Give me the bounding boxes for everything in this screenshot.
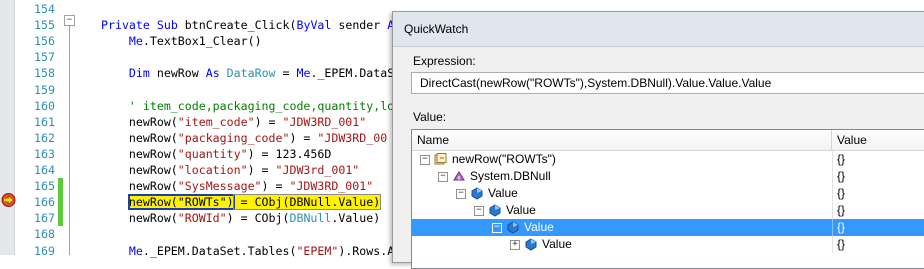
value-label: Value:: [413, 110, 447, 124]
dialog-titlebar[interactable]: QuickWatch: [393, 12, 924, 47]
line-number: 154: [34, 2, 55, 16]
watch-row[interactable]: − Value {}: [412, 202, 924, 219]
column-header-value[interactable]: Value: [832, 130, 924, 150]
code-text[interactable]: Me._EPEM.DataSet.Tables("EPEM").Rows.A: [101, 243, 394, 259]
watch-row-name: Value: [506, 203, 536, 217]
column-separator: [832, 151, 833, 168]
line-number: 167: [34, 211, 55, 226]
line-number: 168: [34, 227, 55, 242]
watch-object-icon: [434, 153, 448, 166]
column-header-name[interactable]: Name: [412, 130, 832, 150]
collapse-icon[interactable]: −: [474, 206, 484, 216]
code-text[interactable]: newRow("quantity") = 123.456D: [101, 146, 331, 162]
line-number: 162: [34, 130, 55, 145]
field-icon: [488, 204, 502, 217]
watch-row-value: {}: [837, 152, 846, 166]
watch-row-name: Value: [488, 186, 518, 200]
line-number: 165: [34, 179, 55, 194]
watch-row[interactable]: + Value {}: [412, 236, 924, 253]
expression-input[interactable]: DirectCast(newRow("ROWTs"),System.DBNull…: [411, 72, 924, 94]
code-text[interactable]: newRow("ROWTs") = CObj(DBNull.Value): [101, 194, 382, 211]
quickwatch-dialog: QuickWatch Expression: DirectCast(newRow…: [392, 11, 924, 269]
dialog-title: QuickWatch: [404, 22, 469, 36]
line-number: 169: [34, 243, 55, 258]
line-number: 163: [34, 146, 55, 161]
code-text[interactable]: newRow("item_code") = "JDW3RD_001": [101, 114, 366, 130]
collapse-icon[interactable]: −: [438, 172, 448, 182]
watch-grid[interactable]: Name Value − newRow("ROWTs"){} − System.DBN…: [411, 129, 924, 269]
code-text[interactable]: Dim newRow As DataRow = Me._EPEM.DataS: [101, 65, 394, 81]
line-number: 160: [34, 98, 55, 113]
collapse-icon[interactable]: −: [492, 223, 502, 233]
line-number: 166: [34, 195, 55, 210]
code-text[interactable]: newRow("location") = "JDW3rd_001": [101, 162, 359, 178]
line-number: 156: [34, 34, 55, 49]
watch-row-value: {}: [837, 169, 846, 183]
code-text[interactable]: ' item_code,packaging_code,quantity,lo: [101, 98, 394, 114]
expression-label: Expression:: [413, 54, 476, 68]
watch-row-value: {}: [837, 186, 846, 200]
line-number: 158: [34, 66, 55, 81]
line-number: 164: [34, 163, 55, 177]
change-tracking-bar: [58, 178, 63, 195]
watch-row-value: {}: [837, 237, 846, 251]
watch-row-name: newRow("ROWTs"): [452, 152, 556, 166]
collapse-icon[interactable]: −: [420, 155, 430, 165]
column-separator: [832, 202, 833, 219]
line-number: 161: [34, 114, 55, 129]
grid-header: Name Value: [412, 130, 924, 151]
field-icon: [506, 221, 520, 234]
watch-row-value: {}: [837, 203, 846, 217]
watch-row[interactable]: − newRow("ROWTs") {}: [412, 151, 924, 168]
field-icon: [470, 187, 484, 200]
line-number: 159: [34, 82, 55, 97]
base-class-icon: [452, 170, 466, 183]
collapse-icon[interactable]: −: [456, 189, 466, 199]
breakpoint-current-statement-icon[interactable]: [1, 192, 17, 208]
code-text[interactable]: Private Sub btnCreate_Click(ByVal sender…: [101, 17, 394, 33]
line-number: 157: [34, 50, 55, 65]
expand-icon[interactable]: +: [510, 240, 520, 250]
field-icon: [524, 238, 538, 251]
code-text[interactable]: Me.TextBox1_Clear(): [101, 33, 262, 49]
column-separator: [832, 236, 833, 253]
line-number: 155: [34, 18, 55, 33]
change-tracking-bar: [58, 210, 63, 227]
column-separator: [832, 219, 833, 236]
change-tracking-bar: [58, 194, 63, 211]
watch-row[interactable]: − Value {}: [412, 219, 924, 236]
watch-row-name: System.DBNull: [470, 169, 551, 183]
watch-row-name: Value: [524, 220, 554, 234]
column-separator: [832, 168, 833, 185]
watch-row-name: Value: [542, 237, 572, 251]
column-separator: [832, 185, 833, 202]
code-text[interactable]: newRow("SysMessage") = "JDW3RD_001": [101, 178, 373, 194]
code-text[interactable]: newRow("packaging_code") = "JDW3RD_00: [101, 130, 387, 146]
watch-row[interactable]: − System.DBNull {}: [412, 168, 924, 185]
watch-row-value: {}: [837, 220, 846, 234]
code-text[interactable]: newRow("ROWId") = CObj(DBNull.Value): [101, 210, 380, 226]
watch-row[interactable]: − Value {}: [412, 185, 924, 202]
